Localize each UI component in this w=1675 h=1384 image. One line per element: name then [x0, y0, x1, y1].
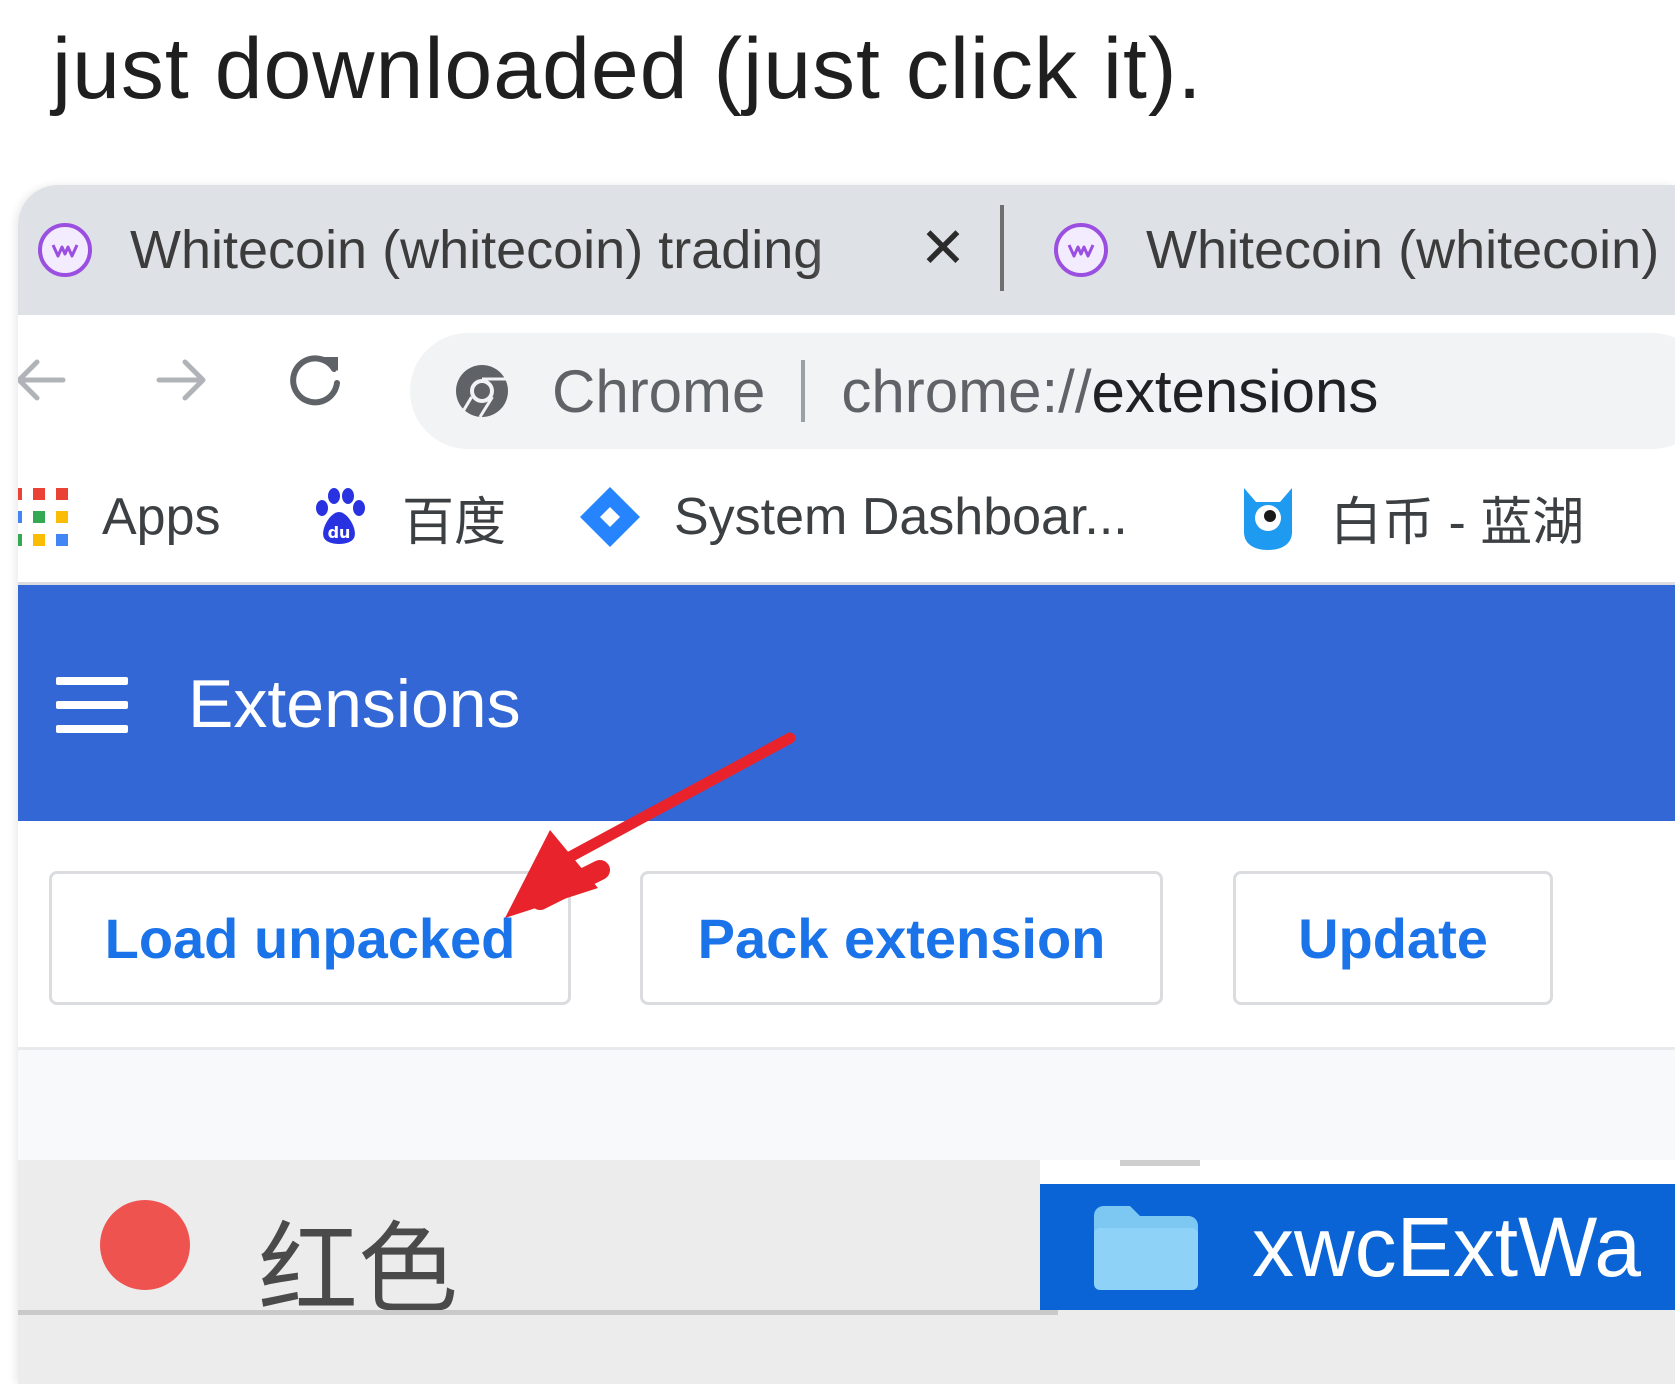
instruction-caption: just downloaded (just click it).: [52, 21, 1203, 117]
baidu-paw-icon: du: [316, 488, 365, 544]
tab-whitecoin-second[interactable]: Whitecoin (whitecoin): [1018, 185, 1675, 315]
tab-strip: Whitecoin (whitecoin) trading ✕ Whitecoi…: [18, 185, 1675, 315]
extensions-content-area: [18, 1050, 1675, 1160]
bookmark-baidu[interactable]: du 百度: [308, 477, 506, 557]
back-arrow-icon[interactable]: [18, 345, 76, 415]
bookmark-label: Apps: [102, 488, 221, 546]
bookmarks-bar: Apps du 百度 System Dashboar... 白币 - 蓝湖: [18, 452, 1675, 585]
red-tag-icon[interactable]: [100, 1200, 190, 1290]
menu-icon[interactable]: [56, 677, 128, 733]
close-icon[interactable]: ✕: [913, 216, 973, 279]
browser-toolbar: Chrome chrome://extensions: [18, 315, 1675, 452]
extensions-title: Extensions: [188, 666, 521, 742]
bookmark-lanhu[interactable]: 白币 - 蓝湖: [1238, 477, 1584, 557]
url-path: extensions: [1091, 357, 1379, 425]
update-button[interactable]: Update: [1233, 871, 1553, 1005]
svg-text:du: du: [328, 523, 351, 542]
browser-window: Whitecoin (whitecoin) trading ✕ Whitecoi…: [18, 185, 1675, 1384]
folder-icon: [1094, 1206, 1198, 1290]
finder-sidebar: 红色: [18, 1160, 1058, 1328]
chrome-logo-icon: [456, 365, 508, 418]
finder-window-strip: 红色 xwcExtWa: [18, 1160, 1675, 1384]
reload-icon[interactable]: [280, 345, 350, 415]
whitecoin-icon: [1054, 223, 1108, 277]
bookmark-label: 百度: [402, 493, 507, 552]
apps-grid-icon: [18, 488, 68, 546]
bookmark-label: System Dashboar...: [674, 488, 1128, 546]
load-unpacked-button[interactable]: Load unpacked: [49, 871, 571, 1005]
url-scheme: chrome://: [841, 357, 1092, 425]
omnibox-site-label: Chrome: [552, 357, 766, 425]
bookmark-system-dashboard[interactable]: System Dashboar...: [578, 477, 1128, 557]
tab-whitecoin-active[interactable]: Whitecoin (whitecoin) trading: [18, 185, 1003, 315]
finder-row-above: [1040, 1160, 1675, 1184]
extensions-header: Extensions: [18, 585, 1675, 821]
pack-extension-button[interactable]: Pack extension: [640, 871, 1163, 1005]
bookmark-label: 白币 - 蓝湖: [1330, 493, 1585, 552]
developer-toolbar: Load unpacked Pack extension Update: [18, 821, 1675, 1050]
bookmark-apps[interactable]: Apps: [18, 477, 221, 557]
tab-separator: [1000, 205, 1004, 291]
jira-diamond-icon: [580, 487, 640, 547]
address-bar[interactable]: Chrome chrome://extensions: [410, 333, 1675, 449]
lanhu-mascot-icon: [1244, 488, 1292, 550]
tab-title: Whitecoin (whitecoin): [1146, 220, 1660, 280]
omnibox-url[interactable]: chrome://extensions: [841, 357, 1378, 426]
tab-title: Whitecoin (whitecoin) trading: [130, 220, 824, 280]
selected-folder-row[interactable]: xwcExtWa: [1040, 1184, 1675, 1310]
folder-name: xwcExtWa: [1252, 1199, 1641, 1294]
finder-divider: [18, 1310, 1058, 1315]
omnibox-divider: [801, 360, 806, 422]
forward-arrow-icon[interactable]: [146, 345, 216, 415]
whitecoin-icon: [38, 223, 92, 277]
